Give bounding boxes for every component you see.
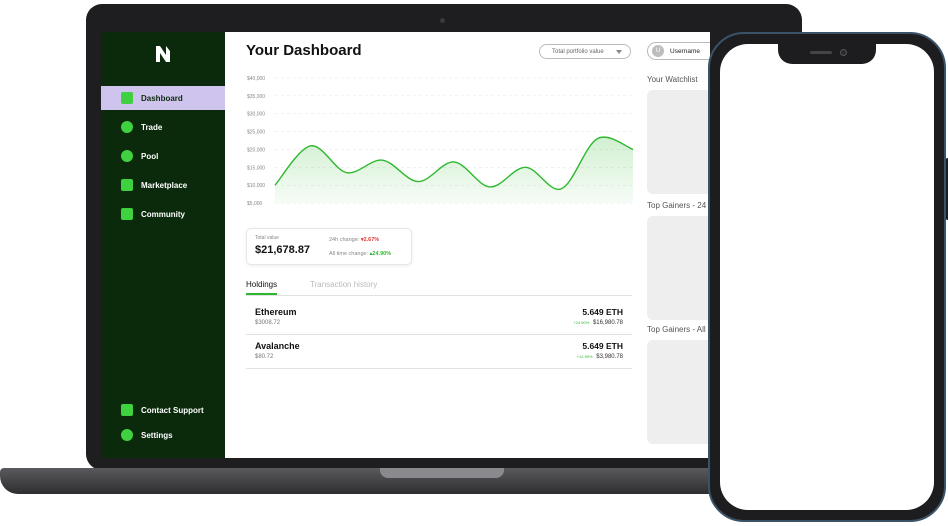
community-icon bbox=[121, 208, 133, 220]
sidebar-item-label: Marketplace bbox=[141, 180, 188, 190]
holding-row[interactable]: Avalanche $80.72 5.649 ETH +12.99% $3,98… bbox=[246, 337, 632, 369]
chevron-down-icon bbox=[616, 50, 622, 54]
change-24h-label: 24h change: bbox=[329, 237, 360, 243]
brand-logo[interactable] bbox=[153, 44, 173, 64]
top-gainers-all-title: Top Gainers - All bbox=[647, 325, 706, 334]
y-tick-label: $10,000 bbox=[247, 183, 265, 189]
sidebar-item-pool[interactable]: Pool bbox=[101, 144, 225, 168]
dashboard-screen: Dashboard Trade Pool Marketplace Communi… bbox=[101, 32, 710, 458]
dashboard-icon bbox=[121, 92, 133, 104]
sidebar-item-contact-support[interactable]: Contact Support bbox=[101, 398, 225, 422]
change-24h-value: ▾2.67% bbox=[360, 237, 380, 243]
sidebar-item-settings[interactable]: Settings bbox=[101, 423, 225, 447]
tab-holdings[interactable]: Holdings bbox=[246, 280, 278, 295]
y-tick-label: $35,000 bbox=[247, 94, 265, 100]
asset-price: $80.72 bbox=[255, 354, 274, 360]
change-all-time: All time change: ▴24.90% bbox=[329, 251, 391, 257]
portfolio-value-dropdown[interactable]: Total portfolio value bbox=[539, 44, 631, 59]
asset-value-amount: $16,980.78 bbox=[592, 320, 623, 326]
portfolio-chart: $40,000 $35,000 $30,000 $25,000 $20,000 $15,0… bbox=[247, 76, 634, 207]
watchlist-card[interactable] bbox=[647, 90, 710, 194]
asset-price: $3008.72 bbox=[255, 320, 281, 326]
y-tick-label: $20,000 bbox=[247, 147, 265, 153]
holding-row[interactable]: Ethereum $3008.72 5.649 ETH +24.90% $16,… bbox=[246, 303, 632, 335]
trade-icon bbox=[121, 121, 133, 133]
y-tick-label: $25,000 bbox=[247, 130, 265, 136]
asset-change: +12.99% bbox=[576, 354, 593, 359]
asset-value: +24.90% $16,980.78 bbox=[573, 320, 623, 326]
top-gainers-24h-card[interactable] bbox=[647, 216, 710, 320]
gear-icon bbox=[121, 429, 133, 441]
phone-screen bbox=[720, 44, 934, 510]
avatar: U bbox=[652, 45, 664, 57]
y-tick-label: $30,000 bbox=[247, 112, 265, 118]
sidebar-item-trade[interactable]: Trade bbox=[101, 115, 225, 139]
asset-value: +12.99% $3,980.78 bbox=[577, 354, 623, 360]
sidebar-item-label: Trade bbox=[141, 122, 163, 132]
portfolio-summary-card: Total value $21,678.87 24h change: ▾2.67… bbox=[246, 228, 412, 265]
change-all-time-value: ▴24.90% bbox=[369, 251, 392, 257]
change-all-time-label: All time change: bbox=[329, 251, 369, 257]
top-gainers-all-card[interactable] bbox=[647, 340, 710, 444]
asset-change: +24.90% bbox=[573, 320, 590, 325]
dropdown-label: Total portfolio value bbox=[552, 48, 604, 55]
asset-name: Avalanche bbox=[255, 341, 300, 351]
tab-transaction-history[interactable]: Transaction history bbox=[310, 280, 377, 295]
phone-frame bbox=[708, 32, 948, 522]
phone-notch bbox=[778, 44, 876, 64]
page-title: Your Dashboard bbox=[246, 42, 362, 59]
asset-name: Ethereum bbox=[255, 307, 297, 317]
sidebar-item-label: Pool bbox=[141, 151, 159, 161]
sidebar-item-label: Contact Support bbox=[141, 405, 204, 415]
tab-bar: Holdings Transaction history bbox=[246, 280, 632, 296]
user-menu[interactable]: U Username bbox=[647, 42, 710, 60]
y-tick-label: $5,000 bbox=[247, 201, 263, 207]
sidebar-item-label: Community bbox=[141, 209, 185, 219]
asset-amount: 5.649 ETH bbox=[582, 307, 623, 317]
y-tick-label: $40,000 bbox=[247, 76, 265, 82]
change-24h: 24h change: ▾2.67% bbox=[329, 237, 379, 243]
chart-area bbox=[275, 137, 633, 203]
y-tick-label: $15,000 bbox=[247, 165, 265, 171]
store-icon bbox=[121, 179, 133, 191]
sidebar-item-dashboard[interactable]: Dashboard bbox=[101, 86, 225, 110]
chat-icon bbox=[121, 404, 133, 416]
laptop-hinge-notch bbox=[380, 468, 504, 478]
camera-icon bbox=[840, 49, 847, 56]
sidebar-item-community[interactable]: Community bbox=[101, 202, 225, 226]
asset-value-amount: $3,980.78 bbox=[596, 354, 623, 360]
speaker-grille bbox=[810, 51, 832, 54]
username: Username bbox=[670, 47, 700, 55]
total-value: $21,678.87 bbox=[255, 244, 311, 256]
asset-amount: 5.649 ETH bbox=[582, 341, 623, 351]
sidebar-item-label: Dashboard bbox=[141, 93, 183, 103]
sidebar-item-marketplace[interactable]: Marketplace bbox=[101, 173, 225, 197]
top-gainers-24h-title: Top Gainers - 24 bbox=[647, 201, 707, 210]
sidebar: Dashboard Trade Pool Marketplace Communi… bbox=[101, 32, 225, 458]
dollar-icon bbox=[121, 150, 133, 162]
laptop-camera bbox=[440, 18, 445, 23]
watchlist-title: Your Watchlist bbox=[647, 75, 698, 84]
sidebar-item-label: Settings bbox=[141, 430, 173, 440]
total-value-label: Total value bbox=[255, 235, 279, 241]
